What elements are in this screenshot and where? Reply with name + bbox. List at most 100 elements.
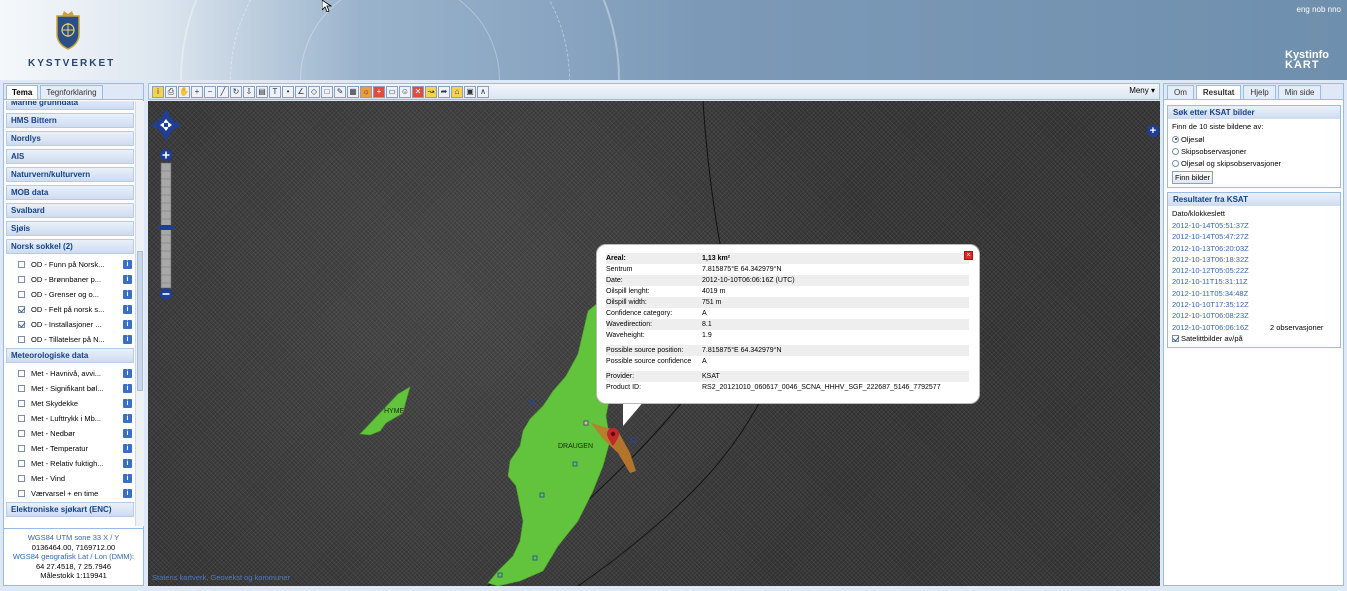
result-date-link[interactable]: 2012-10-14T05:47:27Z: [1172, 231, 1270, 242]
layer-checkbox[interactable]: [18, 336, 25, 343]
info-icon[interactable]: i: [123, 459, 132, 468]
utm-label[interactable]: WGS84 UTM sone 33 X / Y: [4, 533, 143, 543]
layer-group-header[interactable]: Naturvern/kulturvern: [6, 167, 134, 182]
layer-list-scrollbar[interactable]: [135, 101, 144, 526]
layer-item[interactable]: OD - Brønnbaner p... i: [4, 272, 135, 287]
search-option-radio[interactable]: [1172, 147, 1179, 155]
screen-icon[interactable]: ▣: [464, 85, 476, 98]
info-icon[interactable]: i: [123, 384, 132, 393]
layer-group-header[interactable]: MOB data: [6, 185, 134, 200]
result-item[interactable]: 2012-10-10T06:06:16Z 2 observasjoner: [1172, 322, 1336, 333]
layer-checkbox[interactable]: [18, 430, 25, 437]
pan-zoom-control[interactable]: [152, 105, 180, 300]
result-date-link[interactable]: 2012-10-13T06:18:32Z: [1172, 254, 1270, 265]
info-icon[interactable]: i: [123, 489, 132, 498]
printer-icon[interactable]: ▤: [256, 85, 268, 98]
result-item[interactable]: 2012-10-11T05:34:48Z: [1172, 288, 1336, 299]
home-icon[interactable]: ⌂: [451, 85, 463, 98]
search-option-radio[interactable]: [1172, 135, 1179, 143]
layer-item[interactable]: Met Skydekke i: [4, 396, 135, 411]
map-credits[interactable]: Statens kartverk, Geovekst og kommuner: [152, 573, 290, 582]
tab-tema[interactable]: Tema: [6, 85, 39, 99]
tab-tegnforklaring[interactable]: Tegnforklaring: [40, 85, 103, 99]
layer-group-header[interactable]: Norsk sokkel (2): [6, 239, 134, 254]
refresh-icon[interactable]: ↻: [230, 85, 242, 98]
result-date-link[interactable]: 2012-10-10T06:08:23Z: [1172, 310, 1270, 321]
layer-item[interactable]: Met - Lufttrykk i Mb... i: [4, 411, 135, 426]
search-option[interactable]: Oljesøl og skipsobservasjoner: [1172, 157, 1336, 169]
info-icon[interactable]: i: [123, 335, 132, 344]
share-icon[interactable]: ➦: [438, 85, 450, 98]
layer-group-header[interactable]: Svalbard: [6, 203, 134, 218]
layer-checkbox[interactable]: [18, 475, 25, 482]
info-icon[interactable]: i: [123, 290, 132, 299]
info-icon[interactable]: i: [123, 399, 132, 408]
layer-item[interactable]: Met - Vind i: [4, 471, 135, 486]
map-view[interactable]: HYME DRAUGEN + Statens kartverk, Geoveks…: [148, 101, 1160, 586]
result-item[interactable]: 2012-10-11T15:31:11Z: [1172, 276, 1336, 287]
result-item[interactable]: 2012-10-14T05:51:37Z: [1172, 220, 1336, 231]
info-tool-icon[interactable]: i: [152, 85, 164, 98]
info-icon[interactable]: i: [123, 474, 132, 483]
layer-group-header[interactable]: AIS: [6, 149, 134, 164]
rectangle-tool-icon[interactable]: □: [321, 85, 333, 98]
tab-om[interactable]: Om: [1167, 85, 1194, 99]
text-tool-icon[interactable]: T: [269, 85, 281, 98]
layer-item[interactable]: OD - Felt på norsk s... i: [4, 302, 135, 317]
layer-item[interactable]: OD - Tillatelser på N... i: [4, 332, 135, 347]
zoom-out-icon[interactable]: −: [204, 85, 216, 98]
menu-dropdown[interactable]: Meny ▾: [1129, 86, 1155, 95]
layer-item[interactable]: Værvarsel + en time i: [4, 486, 135, 501]
result-item[interactable]: 2012-10-10T17:35:12Z: [1172, 299, 1336, 310]
layer-checkbox[interactable]: [18, 306, 25, 313]
layer-checkbox[interactable]: [18, 276, 25, 283]
search-option-radio[interactable]: [1172, 159, 1179, 167]
layer-checkbox[interactable]: [18, 385, 25, 392]
layer-checkbox[interactable]: [18, 445, 25, 452]
language-links[interactable]: eng nob nno: [1297, 5, 1342, 14]
print-tool-icon[interactable]: ⎙: [165, 85, 177, 98]
tab-resultat[interactable]: Resultat: [1195, 85, 1242, 99]
layer-group-header[interactable]: Nordlys: [6, 131, 134, 146]
zoom-in-icon[interactable]: +: [191, 85, 203, 98]
layer-checkbox[interactable]: [18, 321, 25, 328]
result-date-link[interactable]: 2012-10-12T05:05:22Z: [1172, 265, 1270, 276]
layer-item[interactable]: Met - Havnivå, avvi... i: [4, 366, 135, 381]
layer-checkbox[interactable]: [18, 291, 25, 298]
kystverket-crest-icon[interactable]: [54, 10, 82, 50]
result-item[interactable]: 2012-10-12T05:05:22Z: [1172, 265, 1336, 276]
route-icon[interactable]: ↝: [425, 85, 437, 98]
layer-group-header[interactable]: Meteorologiske data: [6, 348, 134, 363]
result-date-link[interactable]: 2012-10-11T05:34:48Z: [1172, 288, 1270, 299]
result-item[interactable]: 2012-10-10T06:08:23Z: [1172, 310, 1336, 321]
result-date-link[interactable]: 2012-10-11T15:31:11Z: [1172, 276, 1270, 287]
draw-line-icon[interactable]: ∠: [295, 85, 307, 98]
layer-checkbox[interactable]: [18, 370, 25, 377]
result-item[interactable]: 2012-10-13T06:18:32Z: [1172, 254, 1336, 265]
result-item[interactable]: 2012-10-13T06:20:03Z: [1172, 243, 1336, 254]
info-icon[interactable]: i: [123, 320, 132, 329]
export-icon[interactable]: ⇩: [243, 85, 255, 98]
info-icon[interactable]: i: [123, 444, 132, 453]
close-icon[interactable]: ×: [964, 251, 973, 260]
measure-icon[interactable]: ▭: [386, 85, 398, 98]
info-icon[interactable]: i: [123, 429, 132, 438]
info-icon[interactable]: i: [123, 369, 132, 378]
info-icon[interactable]: i: [123, 305, 132, 314]
result-date-link[interactable]: 2012-10-10T06:06:16Z: [1172, 322, 1270, 333]
layer-checkbox[interactable]: [18, 460, 25, 467]
satellite-toggle[interactable]: Satelittbilder av/på: [1172, 333, 1336, 344]
layer-item[interactable]: Met - Temperatur i: [4, 441, 135, 456]
red-cross-icon[interactable]: +: [373, 85, 385, 98]
info-icon[interactable]: i: [123, 260, 132, 269]
layer-item[interactable]: Met - Signifikant bøl... i: [4, 381, 135, 396]
info-icon[interactable]: i: [123, 414, 132, 423]
layer-item[interactable]: Met - Nedbør i: [4, 426, 135, 441]
result-item[interactable]: 2012-10-14T05:47:27Z: [1172, 231, 1336, 242]
layer-group-header[interactable]: Sjøis: [6, 221, 134, 236]
layer-item[interactable]: OD - Installasjoner ... i: [4, 317, 135, 332]
result-date-link[interactable]: 2012-10-14T05:51:37Z: [1172, 220, 1270, 231]
layer-group-header[interactable]: Marine grunndata: [6, 101, 134, 110]
layer-group-header[interactable]: Elektroniske sjøkart (ENC): [6, 502, 134, 517]
layer-item[interactable]: OD - Funn på Norsk... i: [4, 257, 135, 272]
